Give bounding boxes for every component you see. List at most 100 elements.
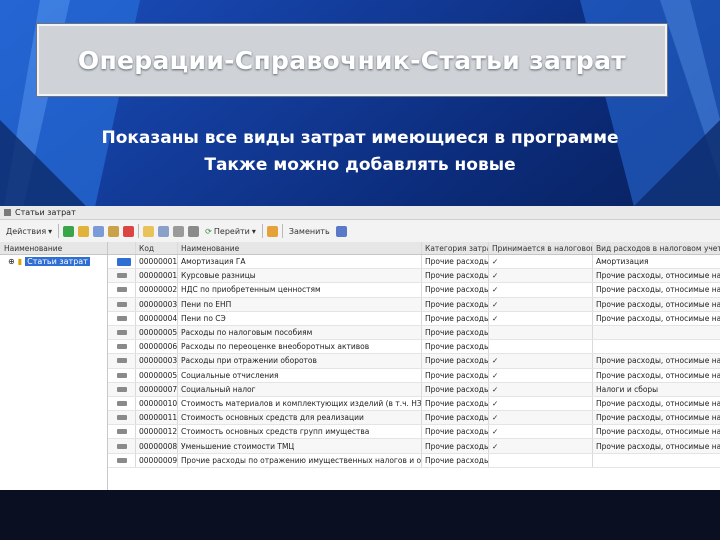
- cell-tax-kind: [593, 326, 720, 339]
- cell-tax-kind: Прочие расходы, относимые на счет: [596, 413, 720, 423]
- cell-tax-kind: Прочие расходы, относимые на счет: [596, 299, 720, 309]
- cell-name: Уменьшение стоимости ТМЦ: [178, 439, 422, 453]
- cell-tax-kind: [593, 454, 720, 467]
- cell-name: Социальный налог: [178, 382, 422, 396]
- subtitle-line-1: Показаны все виды затрат имеющиеся в про…: [101, 128, 619, 148]
- cell-tax-accepted: ✓: [489, 354, 593, 368]
- actions-menu-button[interactable]: Действия ▾: [4, 223, 54, 239]
- cell-tax-kind: Прочие расходы, относимые на счет: [596, 427, 720, 437]
- cell-code: 00000001: [136, 269, 178, 283]
- goto-button[interactable]: ⟳ Перейти ▾: [203, 223, 258, 239]
- cell-code: 00000004: [136, 311, 178, 325]
- cell-tax-accepted: [489, 340, 593, 354]
- cell-name: НДС по приобретенным ценностям: [178, 283, 422, 297]
- table-row[interactable]: 00000006 Расходы по переоценке внеоборотн…: [108, 340, 720, 355]
- item-icon: [117, 330, 127, 336]
- cell-code: 00000005: [136, 325, 178, 340]
- folder-icon[interactable]: [158, 225, 170, 237]
- cell-code: 00000009: [136, 453, 178, 467]
- table-body: 00000001 Амортизация ГА Прочие расходы ✓ Амо…: [108, 255, 720, 468]
- table-row[interactable]: 00000010 Стоимость материалов и комплекту…: [108, 396, 720, 412]
- cell-name: Пени по ЕНП: [178, 297, 422, 311]
- column-header-icon: [108, 242, 136, 254]
- cell-category: Прочие расходы: [422, 297, 489, 311]
- window-title: Статьи затрат: [15, 208, 76, 217]
- cell-code: 00000010: [136, 396, 178, 411]
- tree-root-label: Статьи затрат: [25, 257, 90, 266]
- chevron-down-icon: ▾: [251, 226, 256, 236]
- delete-icon[interactable]: [123, 225, 135, 237]
- toolbar: Действия ▾ ⟳ Перейти ▾ Заменить: [0, 220, 720, 243]
- row-icon: [108, 325, 136, 340]
- cell-name: Прочие расходы по отражению имущественны…: [178, 453, 422, 467]
- cell-category: Прочие расходы: [422, 439, 489, 453]
- help-icon[interactable]: [266, 225, 278, 237]
- row-icon: [108, 453, 136, 467]
- table-row[interactable]: 00000001 Амортизация ГА Прочие расходы ✓ Амо…: [108, 255, 720, 270]
- add-group-icon[interactable]: [78, 225, 90, 237]
- table-row[interactable]: 00000008 Уменьшение стоимости ТМЦ Прочие р…: [108, 439, 720, 454]
- column-header-category[interactable]: Категория затрат: [422, 242, 489, 254]
- expand-icon[interactable]: ⊕: [8, 257, 15, 266]
- cell-category: Прочие расходы: [422, 255, 489, 269]
- refresh-icon: ⟳: [205, 226, 212, 236]
- column-header-tax-kind[interactable]: Вид расходов в налоговом учете: [593, 242, 720, 254]
- cell-tax-kind: Прочие расходы, относимые на счет: [596, 313, 720, 323]
- cell-code: 00000011: [136, 411, 178, 425]
- item-icon: [117, 372, 127, 378]
- cell-category: Прочие расходы: [422, 453, 489, 467]
- cell-tax-accepted: ✓: [489, 297, 593, 311]
- structure-icon[interactable]: [335, 225, 347, 237]
- table-row[interactable]: 00000005 Расходы по налоговым пособиям Про…: [108, 325, 720, 341]
- goto-label: Перейти: [213, 226, 250, 236]
- column-header-code[interactable]: Код: [136, 242, 178, 254]
- item-icon: [117, 287, 127, 293]
- subtitle-line-2: Также можно добавлять новые: [204, 155, 516, 175]
- row-icon: [108, 255, 136, 269]
- cell-name: Расходы по налоговым пособиям: [178, 325, 422, 340]
- table-row[interactable]: 00000012 Стоимость основных средств групп…: [108, 425, 720, 440]
- item-icon: [117, 386, 127, 392]
- table-row[interactable]: 00000007 Социальный налог Прочие расходы ✓ Н…: [108, 382, 720, 397]
- row-icon: [108, 354, 136, 368]
- cell-tax-accepted: ✓: [489, 269, 593, 283]
- slide-title: Операции-Справочник-Статьи затрат: [77, 45, 627, 75]
- item-icon: [117, 344, 127, 350]
- item-icon: [117, 301, 127, 307]
- cell-tax-accepted: ✓: [489, 255, 593, 269]
- cell-code: 00000003: [136, 297, 178, 311]
- edit-icon[interactable]: [108, 225, 120, 237]
- copy-icon[interactable]: [93, 225, 105, 237]
- cell-category: Прочие расходы: [422, 340, 489, 354]
- table-row[interactable]: 00000003 Пени по ЕНП Прочие расходы ✓ Прочие…: [108, 297, 720, 312]
- table-row[interactable]: 00000011 Стоимость основных средств для р…: [108, 411, 720, 426]
- replace-button[interactable]: Заменить: [287, 223, 332, 239]
- table-row[interactable]: 00000004 Пени по СЭ Прочие расходы ✓ Прочие …: [108, 311, 720, 326]
- row-icon: [108, 439, 136, 453]
- column-header-name[interactable]: Наименование: [178, 242, 422, 254]
- table-row[interactable]: 00000003 Расходы при отражении оборотов Пр…: [108, 354, 720, 369]
- cell-code: 00000012: [136, 425, 178, 439]
- add-icon[interactable]: [63, 225, 75, 237]
- cell-code: 00000007: [136, 382, 178, 396]
- filter-icon[interactable]: [173, 225, 185, 237]
- table-row[interactable]: 00000002 НДС по приобретенным ценностям Пр…: [108, 283, 720, 298]
- table-row[interactable]: 00000005 Социальные отчисления Прочие расх…: [108, 368, 720, 383]
- window-icon: [4, 209, 11, 216]
- cell-name: Расходы по переоценке внеоборотных актив…: [178, 340, 422, 354]
- cell-tax-kind: Прочие расходы, относимые на счет: [596, 356, 720, 366]
- cell-name: Стоимость материалов и комплектующих изд…: [178, 396, 422, 411]
- tree-root-item[interactable]: ⊕ ▮ Статьи затрат: [0, 255, 107, 268]
- hierarchy-icon[interactable]: [143, 225, 155, 237]
- sort-icon[interactable]: [188, 225, 200, 237]
- item-icon: [117, 443, 127, 449]
- table-row[interactable]: 00000009 Прочие расходы по отражению имущ…: [108, 453, 720, 468]
- item-icon: [117, 273, 127, 279]
- chevron-down-icon: ▾: [48, 226, 53, 236]
- column-header-tax-accepted[interactable]: Принимается в налоговом учете: [489, 242, 593, 254]
- cell-category: Прочие расходы: [422, 311, 489, 325]
- table-row[interactable]: 00000001 Курсовые разницы Прочие расходы ✓ П…: [108, 269, 720, 284]
- cell-category: Прочие расходы: [422, 411, 489, 425]
- toolbar-separator: [261, 224, 263, 238]
- row-icon: [108, 297, 136, 311]
